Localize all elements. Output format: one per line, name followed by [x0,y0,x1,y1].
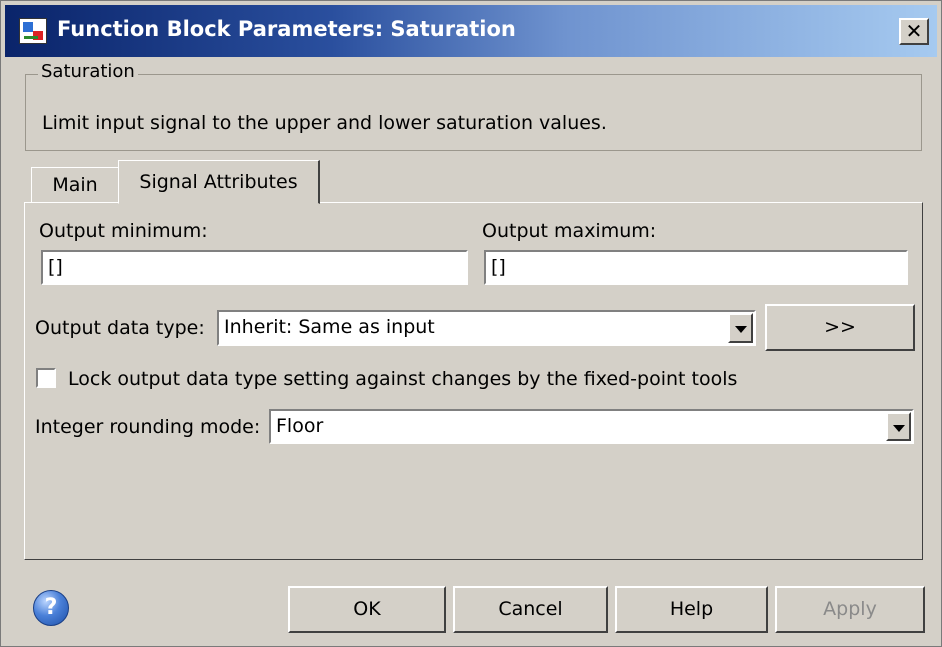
rounding-mode-value: Floor [276,415,324,437]
description-group-label: Saturation [38,61,138,82]
lock-data-type-checkbox[interactable] [36,368,56,388]
help-question-icon[interactable]: ? [33,590,69,626]
description-group: Saturation Limit input signal to the upp… [25,61,922,151]
output-maximum-label: Output maximum: [482,220,657,242]
cancel-button[interactable]: Cancel [453,586,608,633]
block-description: Limit input signal to the upper and lowe… [42,112,607,134]
chevron-down-icon[interactable] [886,412,911,441]
tab-signal-attributes[interactable]: Signal Attributes [118,160,320,204]
help-button[interactable]: Help [615,586,768,633]
title-bar[interactable]: Function Block Parameters: Saturation ✕ [5,5,937,57]
apply-button[interactable]: Apply [775,586,925,633]
tab-main[interactable]: Main [31,167,118,203]
output-maximum-input[interactable]: [] [484,250,908,285]
output-minimum-input[interactable]: [] [41,250,468,285]
app-icon [19,18,47,44]
output-data-type-label: Output data type: [35,317,205,339]
output-minimum-label: Output minimum: [39,220,208,242]
rounding-mode-label: Integer rounding mode: [35,416,261,438]
close-icon: ✕ [905,19,923,43]
rounding-mode-select[interactable]: Floor [269,409,914,444]
window-title: Function Block Parameters: Saturation [57,17,516,41]
output-data-type-value: Inherit: Same as input [224,316,435,338]
ok-button[interactable]: OK [288,586,446,633]
output-minimum-value: [] [48,256,63,278]
output-maximum-value: [] [491,256,506,278]
chevron-down-icon[interactable] [728,313,753,343]
dialog-window: Function Block Parameters: Saturation ✕ … [0,0,942,647]
lock-data-type-label: Lock output data type setting against ch… [68,368,738,390]
output-data-type-select[interactable]: Inherit: Same as input [217,310,756,346]
data-type-assistant-button[interactable]: >> [765,304,915,351]
close-button[interactable]: ✕ [899,18,929,45]
